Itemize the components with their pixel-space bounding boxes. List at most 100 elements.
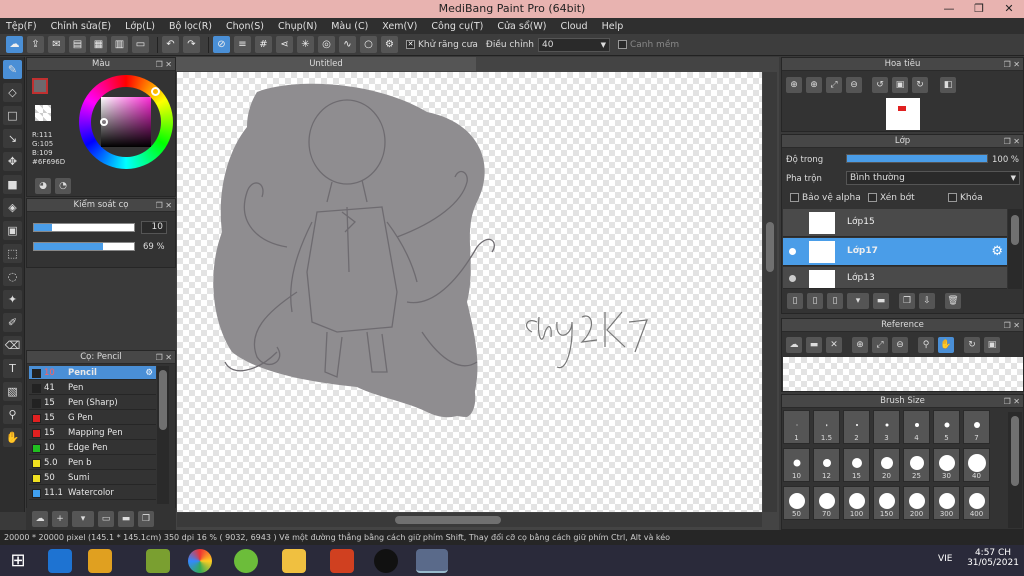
layer-row-selected[interactable]: Lớp17 ⚙ <box>783 238 1007 266</box>
menu-cloud[interactable]: Cloud <box>560 21 587 32</box>
page-icon[interactable]: ▭ <box>132 36 149 53</box>
parallel-snap-icon[interactable]: ≡ <box>234 36 251 53</box>
visibility-icon[interactable] <box>789 275 796 282</box>
color-picker-icon[interactable]: ◔ <box>55 178 71 194</box>
folder-icon[interactable] <box>282 549 306 573</box>
document-tab[interactable]: Untitled <box>176 57 476 71</box>
brush-size-preset[interactable]: 7 <box>963 410 990 444</box>
move-tool-icon[interactable]: ✥ <box>3 152 22 171</box>
brush-list-scrollbar[interactable] <box>157 366 169 504</box>
ie-icon[interactable] <box>48 549 72 573</box>
panel-float-icon[interactable]: ❐ ✕ <box>156 351 172 364</box>
chat-icon[interactable]: ✉ <box>48 36 65 53</box>
vanish-snap-icon[interactable]: ⋖ <box>276 36 293 53</box>
rotate-right-icon[interactable]: ↻ <box>912 77 928 93</box>
layer-list-scrollbar[interactable] <box>1008 209 1022 289</box>
menu-window[interactable]: Cửa sổ(W) <box>497 21 546 32</box>
panel-float-icon[interactable]: ❐ ✕ <box>1004 319 1020 332</box>
canvas-horizontal-scrollbar[interactable] <box>177 513 762 527</box>
primary-color-swatch[interactable] <box>32 78 48 94</box>
menu-color[interactable]: Màu (C) <box>331 21 368 32</box>
lasso-tool-icon[interactable]: ◌ <box>3 267 22 286</box>
reset-view-icon[interactable]: ▣ <box>984 337 1000 353</box>
brush-item[interactable]: 15 Mapping Pen <box>29 426 156 440</box>
rotate-left-icon[interactable]: ↺ <box>872 77 888 93</box>
maximize-button[interactable]: ❐ <box>964 0 994 18</box>
tiktok-icon[interactable] <box>374 549 398 573</box>
fit-icon[interactable]: ⤢ <box>826 77 842 93</box>
eyedropper-tool-icon[interactable]: ⚲ <box>3 405 22 424</box>
clipping-toggle[interactable]: Xén bớt <box>868 193 915 203</box>
minimize-button[interactable]: — <box>934 0 964 18</box>
select-pen-tool-icon[interactable]: ✐ <box>3 313 22 332</box>
saturation-square[interactable] <box>101 97 151 147</box>
file-explorer-icon[interactable] <box>88 549 112 573</box>
palette-icon[interactable]: ◕ <box>35 178 51 194</box>
menu-file[interactable]: Tệp(F) <box>6 21 37 32</box>
zoom-out-icon[interactable]: ⊖ <box>846 77 862 93</box>
merge-layer-icon[interactable]: ⇩ <box>919 293 935 309</box>
clock[interactable]: 4:57 CH 31/05/2021 <box>966 548 1020 568</box>
rotate-icon[interactable]: ↻ <box>964 337 980 353</box>
hand-tool-icon[interactable]: ✋ <box>3 428 22 447</box>
zoom-out-icon[interactable]: ⊖ <box>892 337 908 353</box>
menu-filter[interactable]: Bộ lọc(R) <box>169 21 212 32</box>
zoom-in-icon[interactable]: ⊕ <box>852 337 868 353</box>
brush-size-preset[interactable]: 100 <box>843 486 870 520</box>
new-halftone-layer-icon[interactable]: ▯ <box>807 293 823 309</box>
brush-size-preset[interactable]: 3 <box>873 410 900 444</box>
redo-icon[interactable]: ↷ <box>183 36 200 53</box>
eyedropper-icon[interactable]: ⚲ <box>918 337 934 353</box>
brush-size-preset[interactable]: 400 <box>963 486 990 520</box>
brush-item[interactable]: 50 Sumi <box>29 471 156 485</box>
blend-mode-dropdown[interactable]: Bình thường ▼ <box>846 171 1020 185</box>
brush-size-preset[interactable]: 4 <box>903 410 930 444</box>
fill-rect-tool-icon[interactable]: ■ <box>3 175 22 194</box>
fit-icon[interactable]: ⤢ <box>872 337 888 353</box>
select-rect-tool-icon[interactable]: ⬚ <box>3 244 22 263</box>
secondary-color-swatch[interactable] <box>35 105 51 121</box>
language-indicator[interactable]: VIE <box>938 554 953 564</box>
menu-help[interactable]: Help <box>602 21 624 32</box>
new-layer-icon[interactable]: ▯ <box>787 293 803 309</box>
canvas-vertical-scrollbar[interactable] <box>763 72 777 512</box>
bucket-tool-icon[interactable]: ◈ <box>3 198 22 217</box>
menu-snap[interactable]: Chụp(N) <box>278 21 317 32</box>
windows-start-icon[interactable]: ⊞ <box>6 549 30 573</box>
close-icon[interactable]: ✕ <box>826 337 842 353</box>
panel-float-icon[interactable]: ❐ ✕ <box>1004 58 1020 71</box>
zoom-in-alt-icon[interactable]: ⊕ <box>806 77 822 93</box>
delete-layer-icon[interactable]: 🗑 <box>945 293 961 309</box>
reference-view[interactable] <box>783 357 1023 391</box>
copy-brush-icon[interactable]: ▭ <box>98 511 114 527</box>
brush-size-preset[interactable]: 25 <box>903 448 930 482</box>
curve-snap-icon[interactable]: ∿ <box>339 36 356 53</box>
drawing-canvas[interactable]: chg2k7 <box>177 72 762 512</box>
panel-float-icon[interactable]: ❐ ✕ <box>156 58 172 71</box>
gear-icon[interactable]: ⚙ <box>145 366 153 380</box>
grid-icon[interactable]: ▥ <box>111 36 128 53</box>
panel-float-icon[interactable]: ❐ ✕ <box>1004 395 1020 408</box>
brush-size-slider[interactable] <box>33 223 135 232</box>
brush-item[interactable]: 15 G Pen <box>29 411 156 425</box>
gear-icon[interactable]: ⚙ <box>991 244 1003 259</box>
menu-tools[interactable]: Công cụ(T) <box>431 21 483 32</box>
chrome-icon[interactable] <box>188 549 212 573</box>
folder-icon[interactable]: ▬ <box>118 511 134 527</box>
app-icon[interactable] <box>234 549 258 573</box>
panel-float-icon[interactable]: ❐ ✕ <box>1004 135 1020 148</box>
eraser-tool-icon[interactable]: ◇ <box>3 83 22 102</box>
brush-size-preset[interactable]: 1.5 <box>813 410 840 444</box>
brush-size-value[interactable]: 10 <box>141 221 167 234</box>
brush-item[interactable]: 10 Edge Pen <box>29 441 156 455</box>
export-icon[interactable]: ⇪ <box>27 36 44 53</box>
menu-select[interactable]: Chọn(S) <box>226 21 264 32</box>
layer-row[interactable]: Lớp15 <box>783 209 1007 237</box>
radial-snap-icon[interactable]: ✳ <box>297 36 314 53</box>
cloud-icon[interactable]: ☁ <box>6 36 23 53</box>
powerpoint-icon[interactable] <box>330 549 354 573</box>
flip-icon[interactable]: ◧ <box>940 77 956 93</box>
adjust-dropdown[interactable]: 40 ▼ <box>537 37 610 52</box>
smooth-checkbox[interactable] <box>617 40 627 49</box>
bluestacks-icon[interactable] <box>146 549 170 573</box>
